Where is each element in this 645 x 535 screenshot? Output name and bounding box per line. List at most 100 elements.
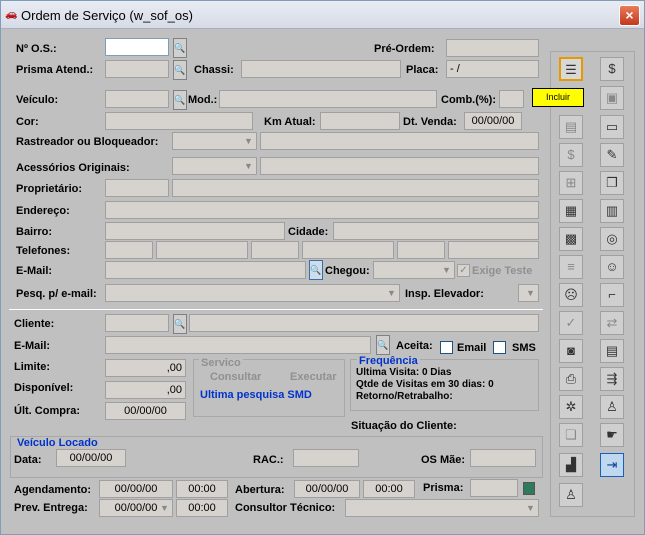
user-stamp-icon[interactable]: ♙ — [559, 483, 583, 507]
money-bag-icon[interactable]: $ — [600, 57, 624, 81]
close-button[interactable]: × — [619, 5, 640, 26]
swap-icon[interactable]: ⇄ — [600, 311, 624, 335]
placa-field[interactable]: - / — [446, 60, 539, 78]
proprietario-name[interactable] — [172, 179, 539, 197]
network-icon[interactable]: ⊞ — [559, 171, 583, 195]
edit-doc-icon[interactable]: ✎ — [600, 143, 624, 167]
car-icon[interactable]: ▭ — [600, 115, 624, 139]
veiculo-label: Veículo: — [16, 94, 59, 106]
nos-label: Nº O.S.: — [16, 43, 57, 55]
pesq-email-select[interactable]: ▼ — [105, 284, 400, 302]
preordem-field[interactable] — [446, 39, 539, 57]
prev-entrega-data[interactable]: 00/00/00 ▼ — [99, 499, 173, 517]
prisma-label: Prisma: — [423, 482, 464, 494]
email2-field[interactable] — [105, 336, 371, 354]
email-field[interactable] — [105, 261, 306, 279]
nos-lookup-icon[interactable]: 🔍 — [173, 38, 187, 58]
cidade-field[interactable] — [333, 222, 539, 240]
cor-field[interactable] — [105, 112, 253, 130]
prisma-color-icon[interactable] — [523, 482, 535, 495]
rastreador-select[interactable]: ▼ — [172, 132, 257, 150]
endereco-label: Endereço: — [16, 205, 70, 217]
consultar-button[interactable]: Consultar — [210, 371, 261, 383]
notepad-icon[interactable]: ▦ — [559, 199, 583, 223]
prisma-atend-field[interactable] — [105, 60, 169, 78]
telefone-5[interactable] — [397, 241, 445, 259]
prev-entrega-hora[interactable]: 00:00 — [176, 499, 228, 517]
dollar-icon[interactable]: $ — [559, 143, 583, 167]
chegou-select[interactable]: ▼ — [373, 261, 455, 279]
hand-icon[interactable]: ☛ — [600, 423, 624, 447]
data-label: Data: — [14, 454, 42, 466]
prisma-lookup-icon[interactable]: 🔍 — [173, 60, 187, 80]
incluir-toolbar-icon[interactable]: ☰ — [559, 57, 583, 81]
sms-checkbox[interactable] — [493, 341, 506, 354]
telefone-4[interactable] — [302, 241, 394, 259]
vehicle-list-icon[interactable]: ⇶ — [600, 367, 624, 391]
clipboard-icon[interactable]: ▥ — [600, 199, 624, 223]
proprietario-code[interactable] — [105, 179, 169, 197]
acessorios-select[interactable]: ▼ — [172, 157, 257, 175]
limite-field[interactable]: ,00 — [105, 359, 186, 377]
crab-icon[interactable]: ✲ — [559, 395, 583, 419]
veiculo-field[interactable] — [105, 90, 169, 108]
telefone-1[interactable] — [105, 241, 153, 259]
pages-icon[interactable]: ❐ — [600, 171, 624, 195]
exige-teste-checkbox[interactable]: ✓ — [457, 264, 470, 277]
mod-field[interactable] — [219, 90, 437, 108]
rac-field[interactable] — [293, 449, 359, 467]
os-mae-field[interactable] — [470, 449, 536, 467]
consultor-select[interactable]: ▼ — [345, 499, 539, 517]
prisma-field[interactable] — [470, 479, 518, 497]
document-icon[interactable]: ▤ — [600, 339, 624, 363]
insp-elevador-select[interactable]: ▼ — [518, 284, 539, 302]
ult-compra-field[interactable]: 00/00/00 — [105, 402, 186, 420]
tap-icon[interactable]: ⌐ — [600, 283, 624, 307]
executar-button[interactable]: Executar — [290, 371, 336, 383]
agendamento-hora[interactable]: 00:00 — [176, 480, 228, 498]
windows-icon[interactable]: ❏ — [559, 423, 583, 447]
comb-field[interactable] — [499, 90, 524, 108]
printer-icon[interactable]: ⎙ — [559, 367, 583, 391]
copy-icon[interactable]: ▣ — [600, 86, 624, 110]
cliente-lookup-icon[interactable]: 🔍 — [173, 314, 187, 334]
agendamento-data[interactable]: 00/00/00 — [99, 480, 173, 498]
dt-venda-label: Dt. Venda: — [403, 116, 457, 128]
frown-icon[interactable]: ☹ — [559, 283, 583, 307]
incluir-tooltip: Incluir — [532, 88, 584, 107]
preview-icon[interactable]: ▤ — [559, 115, 583, 139]
acessorios-desc[interactable] — [260, 157, 539, 175]
veiculo-lookup-icon[interactable]: 🔍 — [173, 90, 187, 110]
dt-venda-field[interactable]: 00/00/00 — [464, 112, 522, 130]
divider — [9, 309, 543, 310]
gift-icon[interactable]: ▩ — [559, 227, 583, 251]
telefone-2[interactable] — [156, 241, 248, 259]
ultima-pesquisa-link[interactable]: Ultima pesquisa SMD — [200, 389, 312, 401]
rastreador-desc[interactable] — [260, 132, 539, 150]
endereco-field[interactable] — [105, 201, 539, 219]
exit-icon[interactable]: ⇥ — [600, 453, 624, 477]
camera-icon[interactable]: ◙ — [559, 339, 583, 363]
nos-input[interactable] — [105, 38, 169, 56]
pesq-email-label: Pesq. p/ e-mail: — [16, 288, 97, 300]
km-atual-field[interactable] — [320, 112, 400, 130]
chassi-field[interactable] — [241, 60, 401, 78]
chart-doc-icon[interactable]: ▟ — [559, 453, 583, 477]
abertura-hora[interactable]: 00:00 — [363, 480, 415, 498]
cliente-code[interactable] — [105, 314, 169, 332]
check-icon[interactable]: ✓ — [559, 311, 583, 335]
smile-icon[interactable]: ☺ — [600, 255, 624, 279]
telefone-3[interactable] — [251, 241, 299, 259]
disponivel-field[interactable]: ,00 — [105, 381, 186, 399]
email2-lookup-icon[interactable]: 🔍 — [376, 335, 390, 355]
telefone-6[interactable] — [448, 241, 539, 259]
bairro-field[interactable] — [105, 222, 285, 240]
email-checkbox[interactable] — [440, 341, 453, 354]
cliente-name[interactable] — [189, 314, 539, 332]
target-icon[interactable]: ◎ — [600, 227, 624, 251]
lines-icon[interactable]: ≡ — [559, 255, 583, 279]
data-locado-field[interactable]: 00/00/00 — [56, 449, 126, 467]
email-lookup-icon[interactable]: 🔍 — [309, 260, 323, 280]
abertura-data[interactable]: 00/00/00 — [294, 480, 360, 498]
stamp-icon[interactable]: ♙ — [600, 395, 624, 419]
